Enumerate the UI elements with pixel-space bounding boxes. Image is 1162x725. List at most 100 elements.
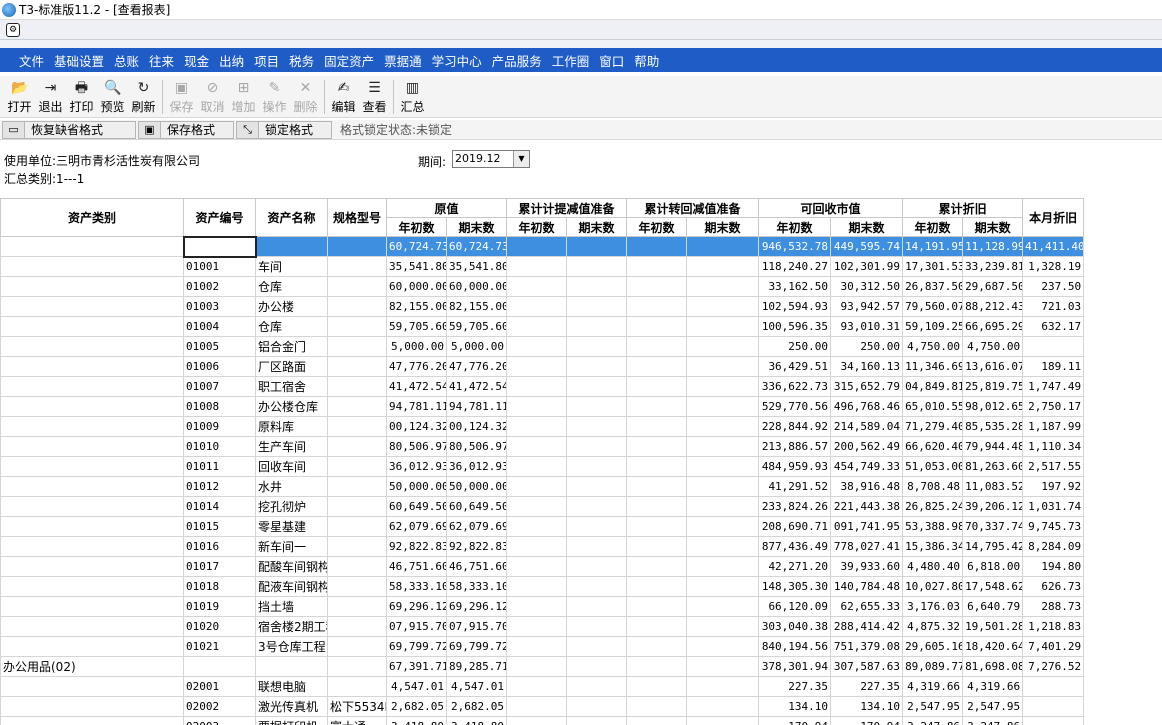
- cell-db[interactable]: 3,176.03: [902, 596, 964, 617]
- cell-code[interactable]: 01016: [183, 536, 256, 557]
- cell-spec[interactable]: 松下5534N: [327, 696, 387, 717]
- cell-vb[interactable]: 41,291.52: [758, 476, 832, 497]
- cell-rb[interactable]: [626, 236, 688, 257]
- cell-ob[interactable]: 69,799.72: [386, 636, 447, 657]
- cell-name[interactable]: 票据打印机: [255, 716, 328, 725]
- cell-ve[interactable]: 214,589.04: [830, 416, 904, 437]
- toolbar-button[interactable]: ⇥ 退出: [35, 76, 66, 116]
- period-select[interactable]: 2019.12 ▼: [452, 150, 530, 168]
- cell-rb[interactable]: [626, 356, 688, 377]
- cell-rb[interactable]: [626, 716, 688, 725]
- cell-ib[interactable]: [506, 716, 568, 725]
- col-accum-depreciation[interactable]: 累计折旧: [902, 198, 1024, 218]
- subcol-end[interactable]: 期末数: [566, 217, 628, 237]
- cell-de[interactable]: 4,750.00: [962, 336, 1024, 357]
- col-code[interactable]: 资产编号: [183, 198, 256, 237]
- cell-name[interactable]: 回收车间: [255, 456, 328, 477]
- toolbar-button[interactable]: 🖶 打印: [66, 76, 97, 116]
- cell-re[interactable]: [686, 656, 760, 677]
- cell-ib[interactable]: [506, 356, 568, 377]
- cell-de[interactable]: 2,547.95: [962, 696, 1024, 717]
- cell-spec[interactable]: [327, 416, 387, 437]
- cell-vb[interactable]: 227.35: [758, 676, 832, 697]
- cell-vb[interactable]: 336,622.73: [758, 376, 832, 397]
- cell-m[interactable]: 9,745.73: [1022, 516, 1085, 537]
- menu-item[interactable]: 往来: [144, 51, 179, 70]
- cell-rb[interactable]: [626, 656, 688, 677]
- cell-ob[interactable]: 2,682.05: [386, 696, 447, 717]
- toolbar-button[interactable]: ☰ 查看: [359, 76, 390, 116]
- cell-re[interactable]: [686, 696, 760, 717]
- cell-db[interactable]: 66,620.40: [902, 436, 964, 457]
- cell-de[interactable]: 11,083.52: [962, 476, 1024, 497]
- cell-m[interactable]: 7,276.52: [1022, 656, 1085, 677]
- cell-ob[interactable]: 00,124.32: [386, 416, 447, 437]
- cell-spec[interactable]: 富士通: [327, 716, 387, 725]
- menu-item[interactable]: 现金: [179, 51, 214, 70]
- cell-spec[interactable]: [327, 236, 387, 257]
- table-row[interactable]: 01005 铝合金门 5,000.00 5,000.00 250.00 250.00 4,7…: [0, 336, 1085, 357]
- cell-rb[interactable]: [626, 336, 688, 357]
- col-recoverable-value[interactable]: 可回收市值: [758, 198, 904, 218]
- cell-de[interactable]: 81,263.60: [962, 456, 1024, 477]
- cell-cat[interactable]: [0, 316, 184, 337]
- cell-re[interactable]: [686, 336, 760, 357]
- cell-rb[interactable]: [626, 496, 688, 517]
- cell-name[interactable]: 生产车间: [255, 436, 328, 457]
- cell-oe[interactable]: 2,682.05: [445, 696, 508, 717]
- cell-vb[interactable]: 118,240.27: [758, 256, 832, 277]
- cell-ie[interactable]: [566, 676, 628, 697]
- cell-ie[interactable]: [566, 536, 628, 557]
- cell-spec[interactable]: [327, 476, 387, 497]
- cell-m[interactable]: 1,328.19: [1022, 256, 1085, 277]
- cell-spec[interactable]: [327, 296, 387, 317]
- cell-oe[interactable]: 5,000.00: [445, 336, 508, 357]
- cell-name[interactable]: 水井: [255, 476, 328, 497]
- cell-cat[interactable]: [0, 376, 184, 397]
- cell-rb[interactable]: [626, 476, 688, 497]
- table-row[interactable]: 01021 3号仓库工程 69,799.72 69,799.72 840,194.56 7…: [0, 636, 1085, 657]
- table-row[interactable]: 01012 水井 50,000.00 50,000.00 41,291.52 38,916…: [0, 476, 1085, 497]
- cell-ob[interactable]: 60,649.50: [386, 496, 447, 517]
- cell-de[interactable]: 18,420.64: [962, 636, 1024, 657]
- cell-vb[interactable]: 33,162.50: [758, 276, 832, 297]
- category-row[interactable]: 房屋及建筑物(01) 60,724.73 60,724.73 946,532.78 44…: [0, 235, 1085, 258]
- cell-m[interactable]: 41,411.40: [1022, 236, 1085, 257]
- cell-spec[interactable]: [327, 256, 387, 277]
- table-row[interactable]: 01014 挖孔彻炉 60,649.50 60,649.50 233,824.26 221…: [0, 496, 1085, 517]
- cell-vb[interactable]: 100,596.35: [758, 316, 832, 337]
- cell-ve[interactable]: 62,655.33: [830, 596, 904, 617]
- cell-oe[interactable]: 50,000.00: [445, 476, 508, 497]
- subcol-begin[interactable]: 年初数: [902, 217, 964, 237]
- cell-vb[interactable]: 250.00: [758, 336, 832, 357]
- table-row[interactable]: 01002 仓库 60,000.00 60,000.00 33,162.50 30,312…: [0, 276, 1085, 297]
- toolbar-button[interactable]: ✍ 编辑: [328, 76, 359, 116]
- cell-db[interactable]: 4,319.66: [902, 676, 964, 697]
- cell-name[interactable]: 配酸车间钢构: [255, 556, 328, 577]
- cell-oe[interactable]: 07,915.70: [445, 616, 508, 637]
- cell-code[interactable]: 01003: [183, 296, 256, 317]
- cell-ie[interactable]: [566, 636, 628, 657]
- cell-ib[interactable]: [506, 296, 568, 317]
- cell-vb[interactable]: 529,770.56: [758, 396, 832, 417]
- cell-code[interactable]: 01002: [183, 276, 256, 297]
- cell-re[interactable]: [686, 256, 760, 277]
- cell-vb[interactable]: 36,429.51: [758, 356, 832, 377]
- cell-ve[interactable]: 250.00: [830, 336, 904, 357]
- cell-code[interactable]: 01004: [183, 316, 256, 337]
- cell-oe[interactable]: 60,649.50: [445, 496, 508, 517]
- cell-oe[interactable]: 58,333.10: [445, 576, 508, 597]
- cell-vb[interactable]: 877,436.49: [758, 536, 832, 557]
- cell-db[interactable]: 89,089.77: [902, 656, 964, 677]
- menu-item[interactable]: 产品服务: [487, 51, 547, 70]
- cell-ie[interactable]: [566, 596, 628, 617]
- restore-default-format-button[interactable]: ▭ 恢复缺省格式: [2, 120, 136, 139]
- cell-cat[interactable]: [0, 416, 184, 437]
- col-spec[interactable]: 规格型号: [327, 198, 387, 237]
- col-category[interactable]: 资产类别: [0, 198, 184, 237]
- cell-db[interactable]: 26,837.50: [902, 276, 964, 297]
- cell-m[interactable]: 626.73: [1022, 576, 1085, 597]
- cell-re[interactable]: [686, 496, 760, 517]
- cell-ib[interactable]: [506, 236, 568, 257]
- cell-db[interactable]: 4,480.40: [902, 556, 964, 577]
